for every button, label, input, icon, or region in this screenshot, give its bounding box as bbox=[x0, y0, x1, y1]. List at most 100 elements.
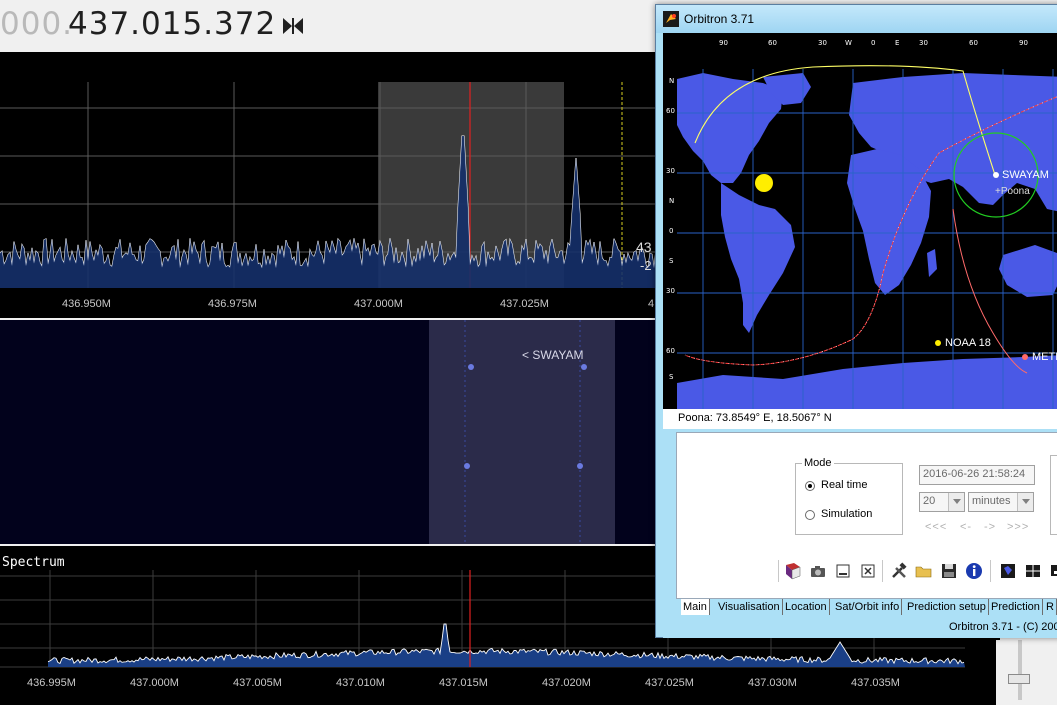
book-icon[interactable] bbox=[783, 561, 803, 581]
save-icon[interactable] bbox=[939, 561, 959, 581]
step-unit: minutes bbox=[972, 495, 1011, 507]
radio-simulation-label[interactable]: Simulation bbox=[821, 508, 872, 520]
orbitron-window[interactable]: Orbitron 3.71 90 60 30 W 0 E 30 60 90 N … bbox=[655, 4, 1057, 638]
orbitron-copyright: Orbitron 3.71 - (C) 2001 bbox=[949, 621, 1057, 633]
map-scale-top: 90 bbox=[719, 39, 728, 47]
radio-real-time[interactable] bbox=[805, 481, 815, 491]
toolbar-separator bbox=[778, 560, 779, 582]
tab-r[interactable]: R bbox=[1044, 599, 1057, 615]
orbitron-title: Orbitron 3.71 bbox=[684, 12, 755, 26]
map-scale-left: 60 bbox=[666, 107, 675, 115]
map-scale-top: 0 bbox=[871, 39, 876, 47]
overlay-readout: 43 bbox=[636, 239, 652, 255]
control-panel: Mode Real time Simulation 2016-06-26 21:… bbox=[676, 432, 1057, 599]
slider-track bbox=[1018, 640, 1022, 700]
map-scale-top: 60 bbox=[969, 39, 978, 47]
orbitron-status-bar: Orbitron 3.71 - (C) 2001 bbox=[663, 618, 1057, 638]
radio-simulation[interactable] bbox=[805, 510, 815, 520]
datetime-field[interactable]: 2016-06-26 21:58:24 bbox=[919, 465, 1035, 485]
panel-edge-group bbox=[1050, 455, 1057, 535]
satellite-label-swayam[interactable]: SWAYAM bbox=[1002, 169, 1049, 181]
slider-thumb[interactable] bbox=[1008, 674, 1030, 684]
satellite-label-noaa18[interactable]: NOAA 18 bbox=[945, 337, 991, 349]
tab-main[interactable]: Main bbox=[681, 599, 710, 615]
bottom-axis-tick: 437.035M bbox=[851, 677, 900, 689]
monitor-icon[interactable] bbox=[1048, 561, 1057, 581]
nav-rewind-fast-button[interactable]: <<< bbox=[925, 521, 947, 533]
mode-group: Mode Real time Simulation bbox=[795, 457, 903, 535]
grid-icon[interactable] bbox=[1023, 561, 1043, 581]
tab-prediction[interactable]: Prediction bbox=[989, 599, 1043, 615]
bottom-axis-tick: 437.000M bbox=[130, 677, 179, 689]
chevron-down-icon[interactable] bbox=[948, 493, 964, 511]
orbitron-tab-bar: Main Visualisation Location Sat/Orbit in… bbox=[676, 599, 1057, 615]
top-axis-tick: 436.950M bbox=[62, 298, 111, 310]
minimize-icon[interactable] bbox=[833, 561, 853, 581]
map-scale-left: N bbox=[669, 77, 675, 85]
sun-icon bbox=[755, 174, 773, 192]
map-scale-top: 60 bbox=[768, 39, 777, 47]
map-scale-left: N bbox=[669, 197, 675, 205]
orbitron-titlebar[interactable]: Orbitron 3.71 bbox=[656, 5, 1057, 33]
close-window-icon[interactable] bbox=[858, 561, 878, 581]
overlay-readout-2: -2 bbox=[640, 258, 652, 273]
nav-forward-button[interactable]: -> bbox=[984, 521, 996, 533]
nav-forward-fast-button[interactable]: >>> bbox=[1007, 521, 1029, 533]
info-icon[interactable] bbox=[964, 561, 984, 581]
frequency-display[interactable]: 000. 437.015.372 bbox=[0, 0, 660, 52]
bottom-axis-tick: 437.005M bbox=[233, 677, 282, 689]
map-scale-top: E bbox=[895, 39, 900, 47]
map-scale-left: S bbox=[669, 257, 674, 265]
map-scale-top: 30 bbox=[818, 39, 827, 47]
map-scale-left: 30 bbox=[666, 167, 675, 175]
toolbar-separator bbox=[882, 560, 883, 582]
top-axis-tick: 437.000M bbox=[354, 298, 403, 310]
map-scale-left: 0 bbox=[669, 227, 674, 235]
chevron-down-icon[interactable] bbox=[1017, 493, 1033, 511]
location-status-text: Poona: 73.8549° E, 18.5067° N bbox=[678, 412, 832, 424]
top-axis-tick: 437.025M bbox=[500, 298, 549, 310]
frequency-dim-digits: 000. bbox=[0, 6, 74, 42]
spectrum-top-panel[interactable]: 43 -2 436.950M 436.975M 437.000M 437.025… bbox=[0, 52, 661, 318]
tab-prediction-setup[interactable]: Prediction setup bbox=[905, 599, 989, 615]
world-map[interactable]: 90 60 30 W 0 E 30 60 90 N 60 30 N 0 S 30… bbox=[663, 33, 1057, 409]
bottom-axis-tick: 437.020M bbox=[542, 677, 591, 689]
spectrum-title: Spectrum bbox=[2, 555, 65, 570]
frequency-value[interactable]: 437.015.372 bbox=[68, 6, 276, 42]
map-scale-top: 90 bbox=[1019, 39, 1028, 47]
camera-icon[interactable] bbox=[808, 561, 828, 581]
map-icon[interactable] bbox=[998, 561, 1018, 581]
ground-station-label: +Poona bbox=[995, 186, 1030, 197]
noaa18-marker bbox=[935, 340, 941, 346]
location-status: Poona: 73.8549° E, 18.5067° N bbox=[663, 409, 1057, 429]
mode-legend: Mode bbox=[802, 457, 834, 469]
bottom-axis-tick: 436.995M bbox=[27, 677, 76, 689]
bottom-axis-tick: 437.010M bbox=[336, 677, 385, 689]
nav-rewind-button[interactable]: <- bbox=[960, 521, 972, 533]
map-scale-left: 30 bbox=[666, 287, 675, 295]
map-scale-top: W bbox=[845, 39, 852, 47]
meteor-marker bbox=[1022, 354, 1028, 360]
volume-slider-area[interactable] bbox=[996, 640, 1057, 705]
map-scale-left: S bbox=[669, 373, 674, 381]
radio-real-time-label[interactable]: Real time bbox=[821, 479, 867, 491]
spectrum-top-plot[interactable]: 43 -2 bbox=[0, 52, 661, 318]
tab-sat-orbit-info[interactable]: Sat/Orbit info bbox=[833, 599, 903, 615]
step-value-select[interactable]: 20 bbox=[919, 492, 965, 512]
tab-location[interactable]: Location bbox=[783, 599, 830, 615]
step-value: 20 bbox=[923, 495, 936, 507]
waterfall-panel[interactable]: < SWAYAM bbox=[0, 320, 660, 544]
bottom-axis-tick: 437.015M bbox=[439, 677, 488, 689]
swap-icon[interactable] bbox=[282, 16, 304, 36]
bottom-axis-tick: 437.025M bbox=[645, 677, 694, 689]
tab-visualisation[interactable]: Visualisation bbox=[716, 599, 783, 615]
satellite-label-meteor[interactable]: METEO bbox=[1032, 351, 1057, 363]
tools-icon[interactable] bbox=[889, 561, 909, 581]
world-map-svg[interactable] bbox=[663, 33, 1057, 409]
map-scale-top: 30 bbox=[919, 39, 928, 47]
folder-icon[interactable] bbox=[914, 561, 934, 581]
orbitron-app-icon bbox=[663, 11, 679, 27]
step-unit-select[interactable]: minutes bbox=[968, 492, 1034, 512]
bottom-axis-tick: 437.030M bbox=[748, 677, 797, 689]
swayam-marker bbox=[993, 172, 999, 178]
